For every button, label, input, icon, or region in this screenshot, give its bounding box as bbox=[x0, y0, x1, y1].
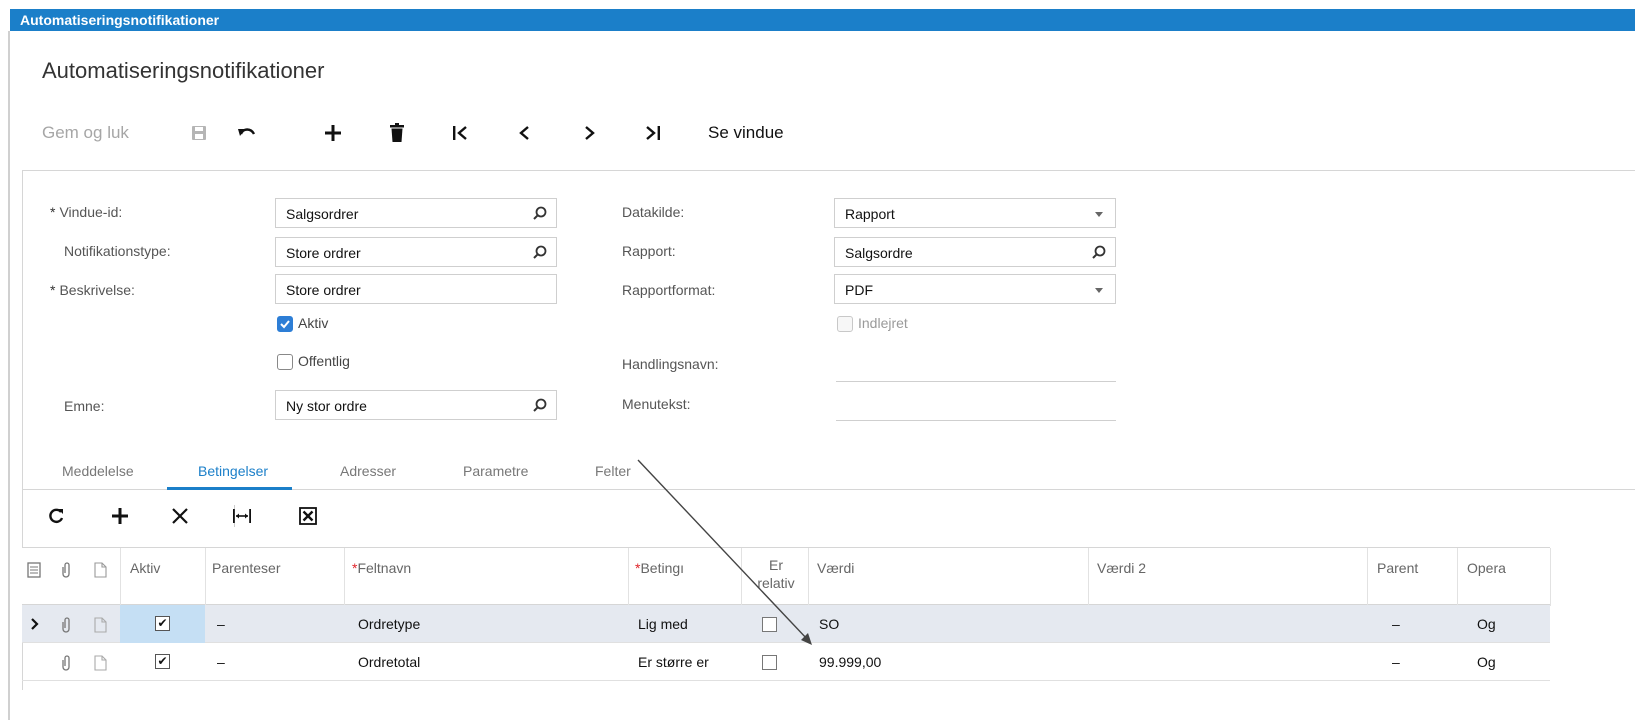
col-feltnavn[interactable]: *Feltnavn bbox=[352, 560, 411, 576]
feltnavn-cell[interactable]: Ordretotal bbox=[358, 654, 420, 670]
refresh-icon[interactable] bbox=[42, 501, 70, 531]
attachment-icon[interactable] bbox=[60, 655, 72, 671]
document-icon[interactable] bbox=[94, 617, 107, 633]
col-parent[interactable]: Parent bbox=[1377, 560, 1418, 576]
save-close-button[interactable]: Gem og luk bbox=[42, 118, 152, 148]
tab-felter[interactable]: Felter bbox=[595, 463, 631, 479]
previous-record-icon[interactable] bbox=[512, 118, 536, 148]
report-format-select[interactable]: PDF bbox=[834, 274, 1116, 304]
next-record-icon[interactable] bbox=[578, 118, 602, 148]
checkmark-icon bbox=[280, 320, 290, 329]
menu-text-field[interactable] bbox=[836, 420, 1116, 421]
col-vaerdi[interactable]: Værdi bbox=[817, 560, 854, 576]
window-id-label: * Vindue-id: bbox=[50, 204, 123, 220]
last-record-icon[interactable] bbox=[640, 118, 666, 148]
betingelse-cell[interactable]: Er større er bbox=[638, 654, 709, 670]
save-icon[interactable] bbox=[187, 118, 211, 148]
description-label: * Beskrivelse: bbox=[50, 282, 135, 298]
col-operator[interactable]: Opera bbox=[1467, 560, 1506, 576]
view-window-button[interactable]: Se vindue bbox=[708, 118, 808, 148]
public-checkbox-label: Offentlig bbox=[298, 353, 350, 369]
aktiv-cell[interactable]: ✔ bbox=[120, 643, 205, 681]
table-row[interactable]: ✔ – Ordretotal Er større er 99.999,00 – … bbox=[22, 643, 1550, 681]
parenteser-cell[interactable]: – bbox=[217, 654, 225, 670]
first-record-icon[interactable] bbox=[447, 118, 473, 148]
subject-field[interactable]: Ny stor ordre bbox=[275, 390, 557, 420]
grid-header: Aktiv Parenteser *Feltnavn *Betingı Er re… bbox=[22, 547, 1551, 606]
col-betingelse[interactable]: *Betingı bbox=[635, 560, 684, 576]
chevron-down-icon bbox=[1095, 288, 1103, 293]
row-active-checkbox[interactable]: ✔ bbox=[155, 654, 170, 669]
row-selector-icon bbox=[31, 618, 39, 630]
table-row[interactable]: ✔ – Ordretype Lig med SO – Og bbox=[22, 605, 1550, 643]
row-notes-icon[interactable] bbox=[27, 562, 41, 578]
search-icon[interactable] bbox=[532, 205, 548, 221]
notification-type-field[interactable]: Store ordrer bbox=[275, 237, 557, 267]
document-icon[interactable] bbox=[94, 562, 107, 578]
public-checkbox[interactable] bbox=[277, 354, 293, 370]
parenteser-cell[interactable]: – bbox=[217, 616, 225, 632]
operator-cell[interactable]: Og bbox=[1477, 654, 1496, 670]
report-format-label: Rapportformat: bbox=[622, 282, 716, 298]
col-er-relativ[interactable]: Er relativ bbox=[751, 556, 801, 592]
parent-cell[interactable]: – bbox=[1392, 616, 1400, 632]
attachment-icon[interactable] bbox=[60, 617, 72, 633]
row-relative-checkbox[interactable] bbox=[762, 655, 777, 670]
col-parenteser[interactable]: Parenteser bbox=[212, 560, 280, 576]
main-toolbar: Gem og luk Se vindue bbox=[42, 118, 942, 148]
active-tab-indicator bbox=[167, 487, 292, 490]
col-aktiv[interactable]: Aktiv bbox=[130, 560, 160, 576]
left-edge-divider bbox=[8, 31, 10, 720]
report-field[interactable]: Salgsordre bbox=[834, 237, 1116, 267]
action-name-field[interactable] bbox=[836, 381, 1116, 382]
row-relative-checkbox[interactable] bbox=[762, 617, 777, 632]
window-title: Automatiseringsnotifikationer bbox=[20, 12, 220, 28]
add-row-icon[interactable] bbox=[106, 501, 134, 531]
fit-columns-icon[interactable] bbox=[228, 501, 256, 531]
window-titlebar: Automatiseringsnotifikationer bbox=[10, 9, 1635, 31]
report-label: Rapport: bbox=[622, 243, 676, 259]
window-id-field[interactable]: Salgsordrer bbox=[275, 198, 557, 228]
search-icon[interactable] bbox=[1091, 244, 1107, 260]
tab-bar: Meddelelse Betingelser Adresser Parametr… bbox=[22, 450, 1635, 490]
parent-cell[interactable]: – bbox=[1392, 654, 1400, 670]
tab-adresser[interactable]: Adresser bbox=[340, 463, 396, 479]
active-checkbox-label: Aktiv bbox=[298, 315, 329, 331]
operator-cell[interactable]: Og bbox=[1477, 616, 1496, 632]
delete-row-icon[interactable] bbox=[166, 501, 194, 531]
row-active-checkbox[interactable]: ✔ bbox=[155, 616, 170, 631]
vaerdi-cell[interactable]: SO bbox=[819, 616, 839, 632]
col-vaerdi-2[interactable]: Værdi 2 bbox=[1097, 560, 1146, 576]
tab-betingelser[interactable]: Betingelser bbox=[198, 463, 268, 479]
data-source-select[interactable]: Rapport bbox=[834, 198, 1116, 228]
betingelse-cell[interactable]: Lig med bbox=[638, 616, 688, 632]
document-icon[interactable] bbox=[94, 655, 107, 671]
vaerdi-cell[interactable]: 99.999,00 bbox=[819, 654, 881, 670]
add-icon[interactable] bbox=[318, 118, 348, 148]
active-checkbox[interactable] bbox=[277, 316, 293, 332]
tab-meddelelse[interactable]: Meddelelse bbox=[62, 463, 134, 479]
tab-parametre[interactable]: Parametre bbox=[463, 463, 528, 479]
description-field[interactable]: Store ordrer bbox=[275, 274, 557, 304]
chevron-down-icon bbox=[1095, 212, 1103, 217]
feltnavn-cell[interactable]: Ordretype bbox=[358, 616, 420, 632]
embedded-checkbox[interactable] bbox=[837, 316, 853, 332]
undo-icon[interactable] bbox=[232, 118, 262, 148]
embedded-checkbox-label: Indlejret bbox=[858, 315, 908, 331]
search-icon[interactable] bbox=[532, 244, 548, 260]
menu-text-label: Menutekst: bbox=[622, 396, 691, 412]
attachment-icon[interactable] bbox=[60, 562, 72, 578]
page-title: Automatiseringsnotifikationer bbox=[42, 58, 325, 83]
grid-toolbar bbox=[22, 497, 722, 537]
aktiv-cell[interactable]: ✔ bbox=[120, 605, 205, 643]
subject-label: Emne: bbox=[64, 398, 105, 414]
search-icon[interactable] bbox=[532, 397, 548, 413]
delete-icon[interactable] bbox=[384, 118, 410, 148]
notification-type-label: Notifikationstype: bbox=[64, 243, 171, 259]
export-excel-icon[interactable] bbox=[294, 501, 322, 531]
data-source-label: Datakilde: bbox=[622, 204, 685, 220]
action-name-label: Handlingsnavn: bbox=[622, 356, 719, 372]
